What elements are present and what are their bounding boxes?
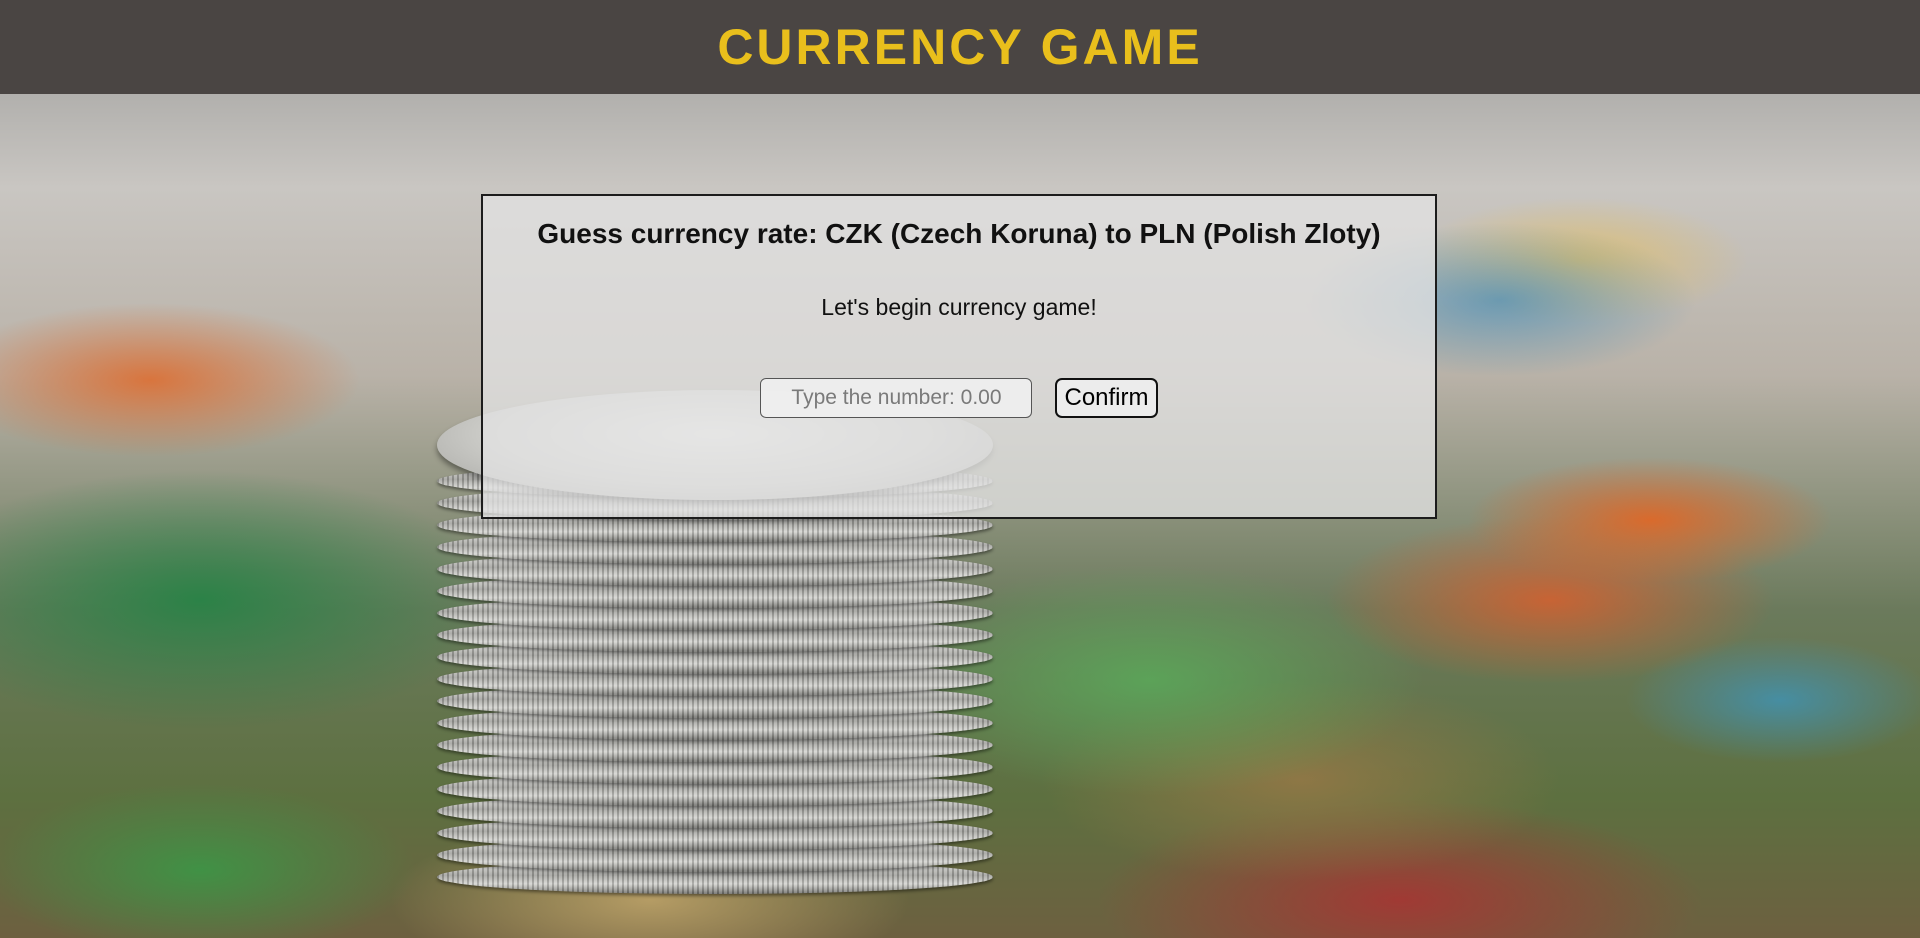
question-heading: Guess currency rate: CZK (Czech Koruna) …	[537, 218, 1381, 249]
confirm-button[interactable]: Confirm	[1055, 378, 1158, 418]
app-header: CURRENCY GAME	[0, 0, 1920, 94]
guess-form: Confirm	[483, 378, 1435, 418]
app-title: CURRENCY GAME	[717, 19, 1203, 75]
guess-input[interactable]	[760, 378, 1033, 418]
status-message: Let's begin currency game!	[821, 294, 1097, 320]
page: CURRENCY GAME Guess currency rate: CZK (…	[0, 0, 1920, 938]
game-panel: Guess currency rate: CZK (Czech Koruna) …	[481, 194, 1437, 519]
